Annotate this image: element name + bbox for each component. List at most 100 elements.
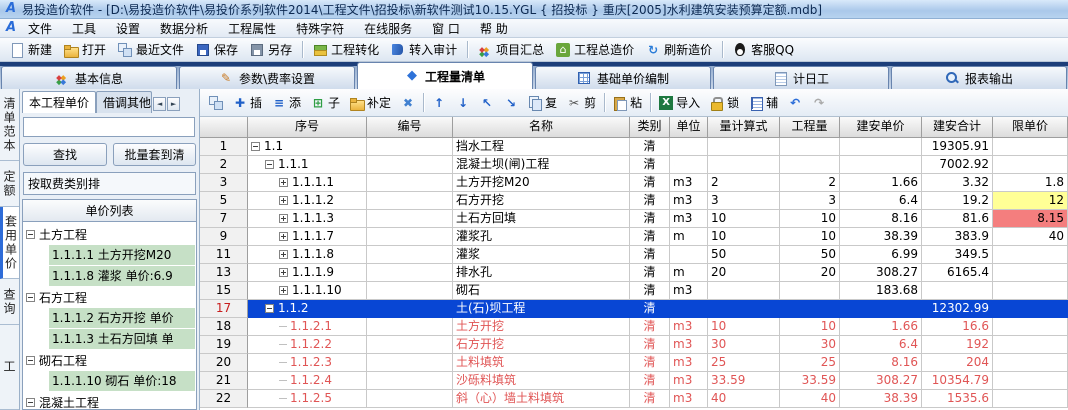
cell-num[interactable]: 1 bbox=[200, 138, 248, 156]
cell-code[interactable] bbox=[367, 372, 453, 390]
cell-qty[interactable]: 30 bbox=[780, 336, 840, 354]
cell-price[interactable]: 308.27 bbox=[840, 372, 922, 390]
cell-unit[interactable]: m3 bbox=[670, 354, 708, 372]
cell-formula[interactable]: 3 bbox=[708, 192, 780, 210]
cell-limit[interactable] bbox=[993, 318, 1068, 336]
cell-price[interactable]: 38.39 bbox=[840, 228, 922, 246]
cell-name[interactable]: 灌浆孔 bbox=[453, 228, 630, 246]
cell-total[interactable]: 16.6 bbox=[922, 318, 993, 336]
table-row[interactable]: 201.1.2.3土料填筑清m325258.16204 bbox=[200, 354, 1068, 372]
cell-seq[interactable]: 1.1.1.7 bbox=[248, 228, 367, 246]
expand-icon[interactable] bbox=[279, 268, 288, 277]
cell-formula[interactable]: 50 bbox=[708, 246, 780, 264]
cell-limit[interactable] bbox=[993, 282, 1068, 300]
cell-total[interactable]: 19.2 bbox=[922, 192, 993, 210]
cell-code[interactable] bbox=[367, 354, 453, 372]
menu-item[interactable]: 在线服务 bbox=[354, 19, 422, 38]
price-list-group[interactable]: 土方工程 bbox=[23, 224, 196, 245]
cell-qty[interactable]: 2 bbox=[780, 174, 840, 192]
cell-total[interactable]: 3.32 bbox=[922, 174, 993, 192]
cell-name[interactable]: 土方开挖 bbox=[453, 318, 630, 336]
expand-icon[interactable] bbox=[279, 196, 288, 205]
cell-code[interactable] bbox=[367, 174, 453, 192]
cell-unit[interactable] bbox=[670, 246, 708, 264]
collapse-icon[interactable] bbox=[265, 160, 274, 169]
menu-item[interactable]: 设置 bbox=[106, 19, 150, 38]
tab-4[interactable]: 基础单价编制 bbox=[535, 66, 711, 89]
table-row[interactable]: 221.1.2.5斜（心）墙土料填筑清m3404038.391535.6 bbox=[200, 390, 1068, 408]
cell-unit[interactable]: m bbox=[670, 228, 708, 246]
cell-cls[interactable]: 清 bbox=[630, 156, 670, 174]
insert-button[interactable]: ✚插 bbox=[228, 91, 267, 114]
cell-price[interactable]: 183.68 bbox=[840, 282, 922, 300]
cell-cls[interactable]: 清 bbox=[630, 354, 670, 372]
cell-total[interactable]: 7002.92 bbox=[922, 156, 993, 174]
cell-formula[interactable]: 2 bbox=[708, 174, 780, 192]
cell-code[interactable] bbox=[367, 390, 453, 408]
cell-name[interactable]: 石方开挖 bbox=[453, 336, 630, 354]
cell-price[interactable] bbox=[840, 300, 922, 318]
cell-formula[interactable]: 10 bbox=[708, 318, 780, 336]
cell-price[interactable]: 38.39 bbox=[840, 390, 922, 408]
cell-cls[interactable]: 清 bbox=[630, 228, 670, 246]
table-row[interactable]: 151.1.1.10砌石清m3183.68 bbox=[200, 282, 1068, 300]
cell-num[interactable]: 17 bbox=[200, 300, 248, 318]
table-row[interactable]: 211.1.2.4沙砾料填筑清m333.5933.59308.2710354.7… bbox=[200, 372, 1068, 390]
cell-num[interactable]: 22 bbox=[200, 390, 248, 408]
cell-unit[interactable]: m3 bbox=[670, 210, 708, 228]
cell-total[interactable]: 383.9 bbox=[922, 228, 993, 246]
save-button[interactable]: 保存 bbox=[190, 39, 244, 60]
cell-seq[interactable]: 1.1.1.10 bbox=[248, 282, 367, 300]
cell-limit[interactable]: 1.8 bbox=[993, 174, 1068, 192]
collapse-icon[interactable] bbox=[26, 356, 35, 365]
cell-qty[interactable] bbox=[780, 138, 840, 156]
copy-button[interactable]: 复 bbox=[523, 91, 562, 114]
import-button[interactable]: X导入 bbox=[654, 91, 705, 114]
cell-name[interactable]: 排水孔 bbox=[453, 264, 630, 282]
cell-name[interactable]: 沙砾料填筑 bbox=[453, 372, 630, 390]
recent-files-button[interactable]: 最近文件 bbox=[112, 39, 190, 60]
child-button[interactable]: ⊞子 bbox=[306, 91, 345, 114]
cell-seq[interactable]: 1.1.1.3 bbox=[248, 210, 367, 228]
cell-limit[interactable] bbox=[993, 156, 1068, 174]
arrow-upleft-button[interactable]: ↖ bbox=[475, 93, 499, 113]
price-list-item[interactable]: 1.1.1.2 石方开挖 单价 bbox=[49, 308, 195, 328]
cell-limit[interactable]: 40 bbox=[993, 228, 1068, 246]
cell-cls[interactable]: 清 bbox=[630, 282, 670, 300]
cell-code[interactable] bbox=[367, 156, 453, 174]
cell-seq[interactable]: 1.1 bbox=[248, 138, 367, 156]
cell-seq[interactable]: 1.1.1 bbox=[248, 156, 367, 174]
cell-formula[interactable] bbox=[708, 156, 780, 174]
cell-limit[interactable] bbox=[993, 300, 1068, 318]
cell-seq[interactable]: 1.1.1.1 bbox=[248, 174, 367, 192]
cell-qty[interactable]: 50 bbox=[780, 246, 840, 264]
price-list-item[interactable]: 1.1.1.3 土石方回填 单 bbox=[49, 329, 195, 349]
cell-formula[interactable] bbox=[708, 300, 780, 318]
collapse-icon[interactable] bbox=[26, 398, 35, 407]
cell-total[interactable]: 1535.6 bbox=[922, 390, 993, 408]
cell-cls[interactable]: 清 bbox=[630, 390, 670, 408]
cell-name[interactable]: 土石方回填 bbox=[453, 210, 630, 228]
cell-limit[interactable]: 8.15 bbox=[993, 210, 1068, 228]
menu-item[interactable]: 工具 bbox=[62, 19, 106, 38]
vertical-tab-3[interactable]: 套用单价 bbox=[0, 207, 19, 279]
cell-total[interactable]: 204 bbox=[922, 354, 993, 372]
collapse-icon[interactable] bbox=[251, 142, 260, 151]
cell-formula[interactable]: 40 bbox=[708, 390, 780, 408]
table-row[interactable]: 11.1挡水工程清19305.91 bbox=[200, 138, 1068, 156]
refresh-button[interactable]: ↻刷新造价 bbox=[640, 39, 718, 60]
redo-button[interactable]: ↷ bbox=[807, 93, 831, 113]
table-row[interactable]: 111.1.1.8灌浆清50506.99349.5 bbox=[200, 246, 1068, 264]
cell-num[interactable]: 11 bbox=[200, 246, 248, 264]
cell-total[interactable]: 349.5 bbox=[922, 246, 993, 264]
cell-name[interactable]: 挡水工程 bbox=[453, 138, 630, 156]
cell-formula[interactable]: 25 bbox=[708, 354, 780, 372]
cell-limit[interactable] bbox=[993, 138, 1068, 156]
cell-seq[interactable]: 1.1.2.3 bbox=[248, 354, 367, 372]
arrow-downright-button[interactable]: ↘ bbox=[499, 93, 523, 113]
cell-unit[interactable]: m3 bbox=[670, 390, 708, 408]
price-list-item[interactable]: 1.1.1.1 土方开挖M20 bbox=[49, 245, 195, 265]
expand-icon[interactable] bbox=[279, 232, 288, 241]
cell-unit[interactable]: m3 bbox=[670, 282, 708, 300]
cell-num[interactable]: 13 bbox=[200, 264, 248, 282]
